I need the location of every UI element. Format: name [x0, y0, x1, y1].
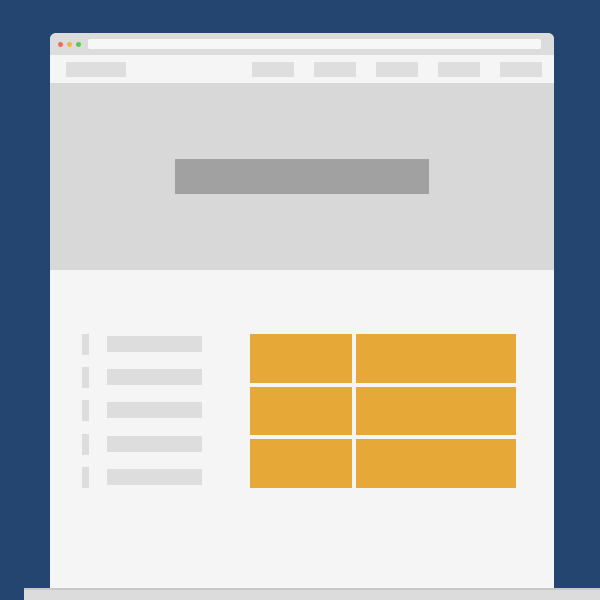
- nav-link-2[interactable]: [314, 62, 356, 77]
- list-item[interactable]: [82, 400, 202, 422]
- minimize-window-dot[interactable]: [67, 42, 72, 47]
- feature-tile[interactable]: [250, 334, 352, 383]
- list-text-placeholder: [107, 402, 202, 418]
- list-item[interactable]: [82, 434, 202, 456]
- nav-link-4[interactable]: [438, 62, 480, 77]
- lower-panel-placeholder: [24, 588, 600, 600]
- bullet-marker: [82, 434, 89, 455]
- nav-link-3[interactable]: [376, 62, 418, 77]
- wireframe-page: [0, 0, 600, 600]
- feature-tile[interactable]: [250, 387, 352, 435]
- nav-link-5[interactable]: [500, 62, 542, 77]
- site-logo-placeholder[interactable]: [66, 62, 126, 77]
- feature-tile-grid: [250, 334, 516, 488]
- feature-tile[interactable]: [356, 334, 516, 383]
- list-text-placeholder: [107, 436, 202, 452]
- site-navbar: [50, 55, 554, 83]
- list-item[interactable]: [82, 334, 202, 356]
- bullet-marker: [82, 467, 89, 488]
- browser-window: [50, 33, 554, 600]
- bullet-marker: [82, 400, 89, 421]
- feature-tile[interactable]: [356, 439, 516, 488]
- browser-titlebar: [50, 33, 554, 55]
- list-item[interactable]: [82, 467, 202, 489]
- list-item[interactable]: [82, 367, 202, 389]
- hero-section: [50, 83, 554, 270]
- feature-tile[interactable]: [250, 439, 352, 488]
- content-section: [50, 270, 554, 600]
- list-text-placeholder: [107, 336, 202, 352]
- bullet-marker: [82, 367, 89, 388]
- close-window-dot[interactable]: [58, 42, 63, 47]
- list-text-placeholder: [107, 369, 202, 385]
- hero-title-placeholder: [175, 159, 429, 194]
- address-bar[interactable]: [88, 39, 541, 49]
- list-text-placeholder: [107, 469, 202, 485]
- feature-tile[interactable]: [356, 387, 516, 435]
- bullet-marker: [82, 334, 89, 355]
- nav-link-1[interactable]: [252, 62, 294, 77]
- maximize-window-dot[interactable]: [76, 42, 81, 47]
